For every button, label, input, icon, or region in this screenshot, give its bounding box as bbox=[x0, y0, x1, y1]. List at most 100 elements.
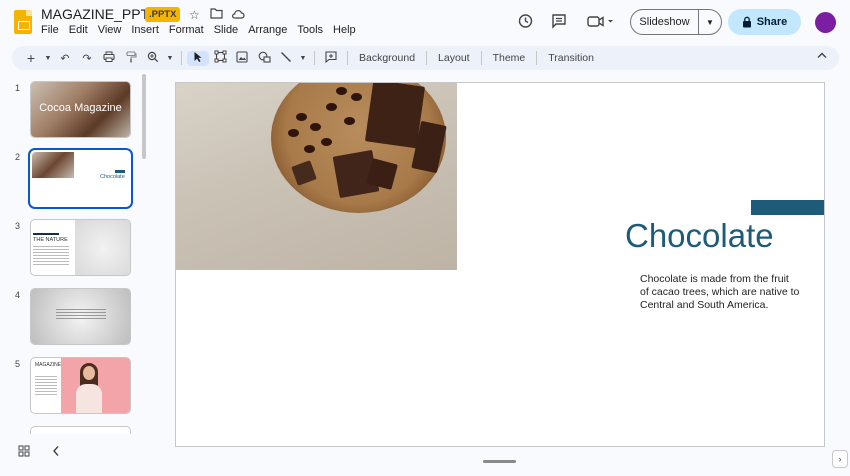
toolbar-divider bbox=[480, 51, 482, 65]
cocoa-bean bbox=[304, 145, 315, 153]
chocolate-photo[interactable] bbox=[176, 83, 457, 270]
move-folder-icon[interactable] bbox=[210, 8, 223, 22]
menu-bar: File Edit View Insert Format Slide Arran… bbox=[36, 24, 361, 36]
slideshow-button-group: Slideshow ▼ bbox=[630, 9, 722, 35]
slide-thumbnail-6[interactable] bbox=[30, 426, 131, 434]
slide-thumbnail-1[interactable]: Cocoa Magazine bbox=[30, 81, 131, 138]
lock-icon bbox=[742, 16, 751, 28]
redo-icon[interactable]: ↷ bbox=[76, 52, 98, 65]
collapse-toolbar-icon[interactable] bbox=[817, 51, 827, 62]
accent-bar bbox=[115, 170, 125, 173]
cocoa-cover-image: Cocoa Magazine bbox=[31, 82, 130, 137]
star-icon[interactable]: ☆ bbox=[189, 8, 200, 22]
accent-bar bbox=[33, 233, 59, 235]
layout-button[interactable]: Layout bbox=[432, 52, 476, 64]
shapes-icon[interactable] bbox=[253, 51, 275, 66]
image-icon[interactable] bbox=[231, 50, 253, 66]
app-header: MAGAZINE_PPTX .PPTX ☆ File Edit View Ins… bbox=[0, 0, 850, 42]
slide-thumbnail-3[interactable]: THE NATURE bbox=[30, 219, 131, 276]
thumbnail-title: Chocolate bbox=[100, 174, 125, 180]
print-icon[interactable] bbox=[98, 51, 120, 65]
menu-insert[interactable]: Insert bbox=[126, 24, 164, 36]
text-lines bbox=[56, 309, 106, 321]
menu-view[interactable]: View bbox=[93, 24, 127, 36]
version-history-icon[interactable] bbox=[517, 13, 533, 33]
chocolate-image bbox=[32, 152, 74, 178]
portrait-body bbox=[76, 384, 102, 413]
nature-image bbox=[75, 220, 130, 275]
text-lines bbox=[33, 246, 69, 267]
undo-icon[interactable]: ↶ bbox=[54, 52, 76, 65]
portrait-face bbox=[83, 366, 95, 380]
slide-thumbnail-2[interactable]: Chocolate bbox=[28, 148, 133, 209]
thumbnail-content: Chocolate bbox=[32, 152, 129, 205]
speaker-notes-handle[interactable] bbox=[483, 460, 516, 463]
slideshow-button[interactable]: Slideshow bbox=[631, 10, 699, 34]
add-comment-icon[interactable] bbox=[320, 50, 342, 66]
menu-slide[interactable]: Slide bbox=[209, 24, 243, 36]
share-button[interactable]: Share bbox=[728, 9, 801, 35]
slide-number: 5 bbox=[15, 359, 21, 369]
new-slide-icon[interactable]: + bbox=[20, 50, 42, 66]
cloud-status-icon[interactable] bbox=[231, 8, 245, 22]
avatar[interactable] bbox=[815, 12, 836, 33]
toolbar-divider bbox=[536, 51, 538, 65]
document-title[interactable]: MAGAZINE_PPTX bbox=[41, 6, 158, 22]
cocoa-bean bbox=[351, 93, 362, 101]
slide-title[interactable]: Chocolate bbox=[625, 217, 774, 255]
cocoa-bean bbox=[326, 103, 337, 111]
toolbar-divider bbox=[181, 51, 182, 65]
slide-number: 4 bbox=[15, 290, 21, 300]
filmstrip-scrollbar[interactable] bbox=[142, 74, 146, 159]
slides-logo-icon[interactable] bbox=[14, 10, 32, 34]
menu-help[interactable]: Help bbox=[328, 24, 361, 36]
slide-number: 2 bbox=[15, 152, 21, 162]
thumbnail-title: Cocoa Magazine bbox=[39, 102, 122, 114]
slide-number: 3 bbox=[15, 221, 21, 231]
select-frame-icon[interactable] bbox=[209, 50, 231, 66]
slide-canvas[interactable]: Chocolate Chocolate is made from the fru… bbox=[175, 82, 825, 447]
comments-icon[interactable] bbox=[551, 13, 567, 33]
slide-thumbnail-4[interactable] bbox=[30, 288, 131, 345]
cocoa-bean bbox=[344, 117, 355, 125]
accent-bar[interactable] bbox=[751, 200, 824, 215]
thumbnail-title: MAGAZINE bbox=[35, 362, 62, 368]
meet-call-icon[interactable] bbox=[587, 13, 615, 33]
grid-view-icon[interactable] bbox=[18, 445, 30, 460]
gray-background bbox=[31, 289, 130, 344]
cocoa-bean bbox=[321, 138, 332, 146]
slide-number: 1 bbox=[15, 83, 21, 93]
new-slide-dropdown-icon[interactable]: ▼ bbox=[42, 55, 54, 62]
background-button[interactable]: Background bbox=[353, 52, 421, 64]
toolbar: + ▼ ↶ ↷ ▼ ▼ Background Layout Theme Tran… bbox=[12, 46, 839, 70]
cocoa-bean bbox=[310, 123, 321, 131]
slide-thumbnail-5[interactable]: MAGAZINE bbox=[30, 357, 131, 414]
menu-tools[interactable]: Tools bbox=[292, 24, 328, 36]
paint-format-icon[interactable] bbox=[120, 50, 142, 66]
slide-body-text[interactable]: Chocolate is made from the fruit of caca… bbox=[640, 273, 800, 312]
line-dropdown-icon[interactable]: ▼ bbox=[297, 55, 309, 62]
slideshow-dropdown-icon[interactable]: ▼ bbox=[699, 10, 721, 34]
line-icon[interactable] bbox=[275, 51, 297, 66]
select-cursor-icon[interactable] bbox=[187, 50, 209, 66]
toolbar-divider bbox=[314, 51, 315, 65]
thumbnail-title: THE NATURE bbox=[33, 237, 68, 243]
zoom-dropdown-icon[interactable]: ▼ bbox=[164, 55, 176, 62]
share-label: Share bbox=[756, 16, 788, 28]
menu-file[interactable]: File bbox=[36, 24, 64, 36]
file-format-badge: .PPTX bbox=[145, 7, 181, 22]
theme-button[interactable]: Theme bbox=[487, 52, 532, 64]
cocoa-bean bbox=[296, 113, 307, 121]
slide-filmstrip: 1 Cocoa Magazine 2 Chocolate 3 THE NATUR… bbox=[0, 74, 150, 434]
toolbar-divider bbox=[426, 51, 428, 65]
expand-side-panel-icon[interactable]: › bbox=[832, 450, 848, 468]
collapse-filmstrip-icon[interactable] bbox=[52, 445, 60, 460]
toolbar-divider bbox=[347, 51, 348, 65]
menu-format[interactable]: Format bbox=[164, 24, 209, 36]
cocoa-bean bbox=[288, 129, 299, 137]
transition-button[interactable]: Transition bbox=[542, 52, 600, 64]
chocolate-bar bbox=[364, 83, 426, 149]
menu-edit[interactable]: Edit bbox=[64, 24, 93, 36]
menu-arrange[interactable]: Arrange bbox=[243, 24, 292, 36]
zoom-icon[interactable] bbox=[142, 51, 164, 66]
